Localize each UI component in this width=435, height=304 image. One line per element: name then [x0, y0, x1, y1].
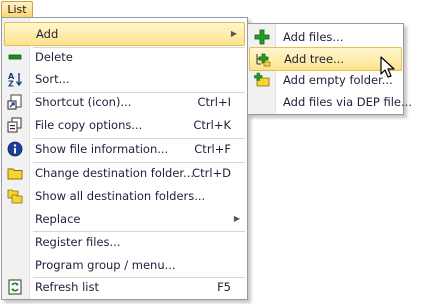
menu-item-label: Program group / menu... [35, 258, 176, 272]
shortcut-icon [7, 94, 22, 110]
submenu-arrow-icon: ▶ [230, 29, 237, 38]
menu-item-file-copy-options[interactable]: File copy options... Ctrl+K [2, 114, 247, 136]
menu-item-show-all-destination-folders[interactable]: Show all destination folders... [2, 185, 247, 207]
menu-item-shortcut: Ctrl+D [192, 166, 231, 180]
folder-icon [7, 168, 23, 180]
submenu-item-label: Add tree... [284, 52, 345, 66]
svg-text:Z: Z [8, 80, 14, 88]
menu-item-label: File copy options... [35, 118, 143, 132]
add-folder-icon [254, 72, 270, 87]
submenu-item-add-files-via-dep[interactable]: Add files via DEP file... [248, 91, 412, 113]
menu-item-change-destination-folder[interactable]: Change destination folder... Ctrl+D [2, 162, 247, 184]
menu-title-list[interactable]: List [1, 1, 33, 18]
menu-item-label: Register files... [35, 235, 121, 249]
copy-options-icon [7, 117, 22, 133]
minus-icon [8, 54, 22, 60]
list-menu: Add ▶ Delete A Z Sort... Shortcut (icon)… [1, 17, 248, 300]
folders-icon [7, 189, 23, 204]
menu-item-shortcut-icon[interactable]: Shortcut (icon)... Ctrl+I [2, 91, 247, 113]
menu-item-label: Show file information... [35, 142, 169, 156]
menu-item-shortcut: Ctrl+F [194, 142, 231, 156]
menu-item-label: Sort... [35, 72, 70, 86]
submenu-arrow-icon: ▶ [233, 214, 240, 223]
menu-item-add[interactable]: Add ▶ [4, 22, 245, 46]
info-icon [7, 141, 23, 157]
menu-item-label: Change destination folder... [35, 166, 195, 180]
submenu-item-add-files[interactable]: Add files... [248, 26, 403, 48]
menu-item-program-group[interactable]: Program group / menu... [2, 254, 247, 276]
menu-item-shortcut: Ctrl+K [193, 118, 231, 132]
add-tree-icon [256, 53, 271, 67]
mouse-cursor-icon [380, 56, 395, 78]
menu-item-refresh-list[interactable]: Refresh list F5 [2, 276, 247, 298]
menu-item-label: Delete [35, 50, 73, 64]
menu-item-label: Refresh list [35, 280, 99, 294]
menu-item-label: Shortcut (icon)... [35, 95, 132, 109]
menu-item-shortcut: Ctrl+I [197, 95, 232, 109]
sort-az-icon: A Z [8, 72, 23, 88]
menu-item-sort[interactable]: A Z Sort... [2, 68, 247, 90]
menu-item-shortcut: F5 [217, 280, 231, 294]
menu-item-label: Add [36, 27, 59, 41]
menu-item-register-files[interactable]: Register files... [2, 231, 247, 253]
submenu-item-label: Add empty folder... [283, 73, 393, 87]
refresh-icon [8, 279, 22, 295]
plus-icon [254, 29, 270, 45]
menu-item-delete[interactable]: Delete [2, 46, 247, 68]
menu-item-show-file-information[interactable]: Show file information... Ctrl+F [2, 138, 247, 160]
menu-item-replace[interactable]: Replace ▶ [2, 208, 247, 230]
menu-item-label: Replace [35, 212, 81, 226]
submenu-item-label: Add files via DEP file... [283, 95, 412, 109]
menu-item-label: Show all destination folders... [35, 189, 206, 203]
submenu-item-label: Add files... [283, 30, 344, 44]
